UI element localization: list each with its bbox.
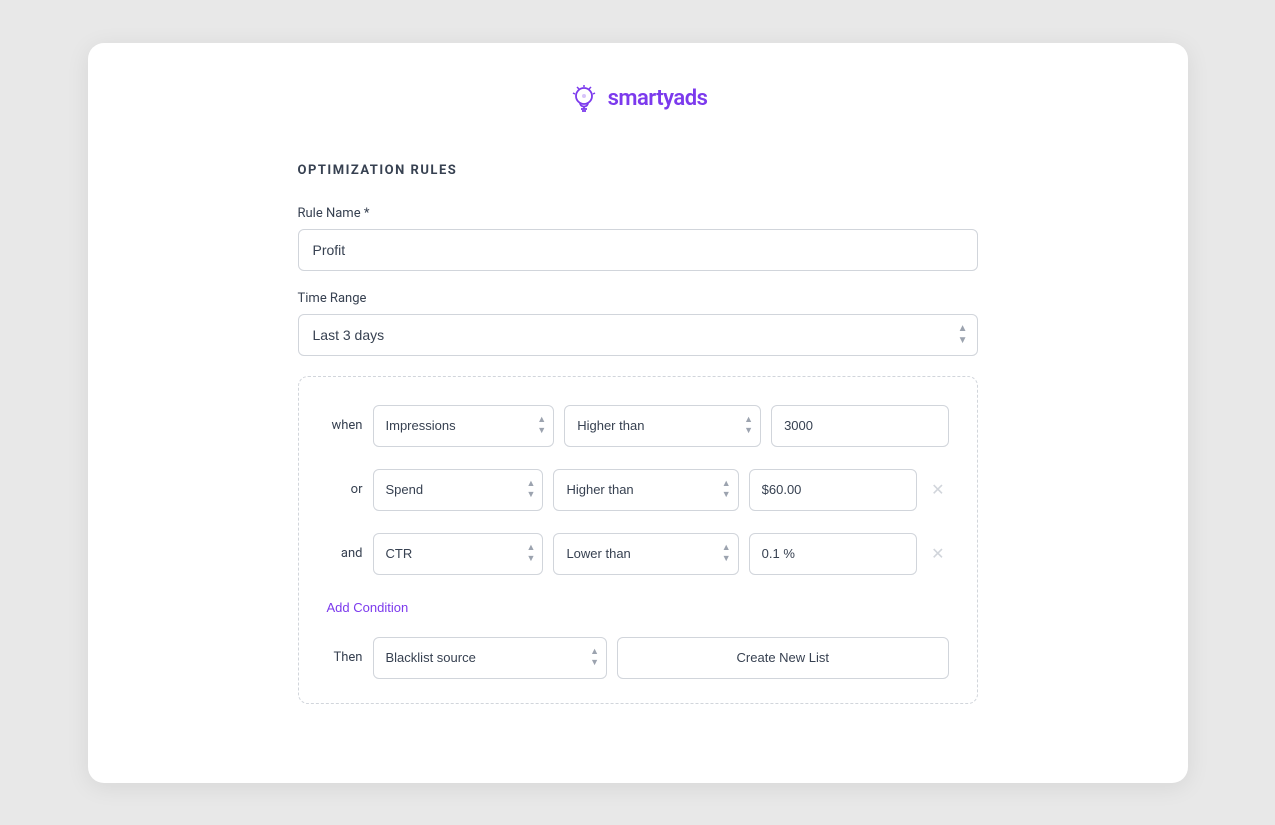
condition-row-2: or Impressions Spend CTR CPC CPM CPA ▲ ▼ xyxy=(327,469,949,511)
operator-select-2[interactable]: Higher than Lower than Equal to xyxy=(553,469,738,511)
create-new-list-button[interactable]: Create New List xyxy=(617,637,948,679)
time-range-label: Time Range xyxy=(298,291,978,306)
remove-condition-2-button[interactable]: ✕ xyxy=(927,476,948,504)
remove-condition-3-button[interactable]: ✕ xyxy=(927,540,948,568)
main-card: smartyads OPTIMIZATION RULES Rule Name *… xyxy=(88,43,1188,783)
time-range-select[interactable]: Last 3 days Last 7 days Last 14 days Las… xyxy=(298,314,978,356)
then-label: Then xyxy=(327,650,363,665)
section-title: OPTIMIZATION RULES xyxy=(298,163,978,178)
then-action-select[interactable]: Blacklist source Whitelist source Pause … xyxy=(373,637,608,679)
time-range-select-wrapper: Last 3 days Last 7 days Last 14 days Las… xyxy=(298,314,978,356)
metric-select-3[interactable]: Impressions Spend CTR CPC CPM CPA xyxy=(373,533,544,575)
condition-connector-2: or xyxy=(327,482,363,497)
time-range-group: Time Range Last 3 days Last 7 days Last … xyxy=(298,291,978,356)
add-condition-button[interactable]: Add Condition xyxy=(327,600,409,615)
metric-select-wrapper-2: Impressions Spend CTR CPC CPM CPA ▲ ▼ xyxy=(373,469,544,511)
operator-select-1[interactable]: Higher than Lower than Equal to xyxy=(564,405,761,447)
metric-select-wrapper-1: Impressions Spend CTR CPC CPM CPA ▲ ▼ xyxy=(373,405,555,447)
operator-select-wrapper-3: Higher than Lower than Equal to ▲ ▼ xyxy=(553,533,738,575)
then-action-select-wrapper: Blacklist source Whitelist source Pause … xyxy=(373,637,608,679)
condition-row-1: when Impressions Spend CTR CPC CPM CPA ▲… xyxy=(327,405,949,447)
then-row: Then Blacklist source Whitelist source P… xyxy=(327,637,949,679)
operator-select-wrapper-2: Higher than Lower than Equal to ▲ ▼ xyxy=(553,469,738,511)
metric-select-2[interactable]: Impressions Spend CTR CPC CPM CPA xyxy=(373,469,544,511)
condition-value-1[interactable] xyxy=(771,405,948,447)
condition-value-2[interactable] xyxy=(749,469,917,511)
logo-area: smartyads xyxy=(568,83,708,115)
operator-select-wrapper-1: Higher than Lower than Equal to ▲ ▼ xyxy=(564,405,761,447)
condition-connector-3: and xyxy=(327,546,363,561)
form-container: OPTIMIZATION RULES Rule Name * Time Rang… xyxy=(298,163,978,704)
metric-select-1[interactable]: Impressions Spend CTR CPC CPM CPA xyxy=(373,405,555,447)
metric-select-wrapper-3: Impressions Spend CTR CPC CPM CPA ▲ ▼ xyxy=(373,533,544,575)
operator-select-3[interactable]: Higher than Lower than Equal to xyxy=(553,533,738,575)
condition-value-3[interactable] xyxy=(749,533,917,575)
condition-row-3: and Impressions Spend CTR CPC CPM CPA ▲ … xyxy=(327,533,949,575)
conditions-box: when Impressions Spend CTR CPC CPM CPA ▲… xyxy=(298,376,978,704)
rule-name-group: Rule Name * xyxy=(298,206,978,271)
logo-icon xyxy=(568,83,600,115)
condition-connector-1: when xyxy=(327,418,363,433)
logo-text: smartyads xyxy=(608,86,708,111)
rule-name-input[interactable] xyxy=(298,229,978,271)
rule-name-label: Rule Name * xyxy=(298,206,978,221)
